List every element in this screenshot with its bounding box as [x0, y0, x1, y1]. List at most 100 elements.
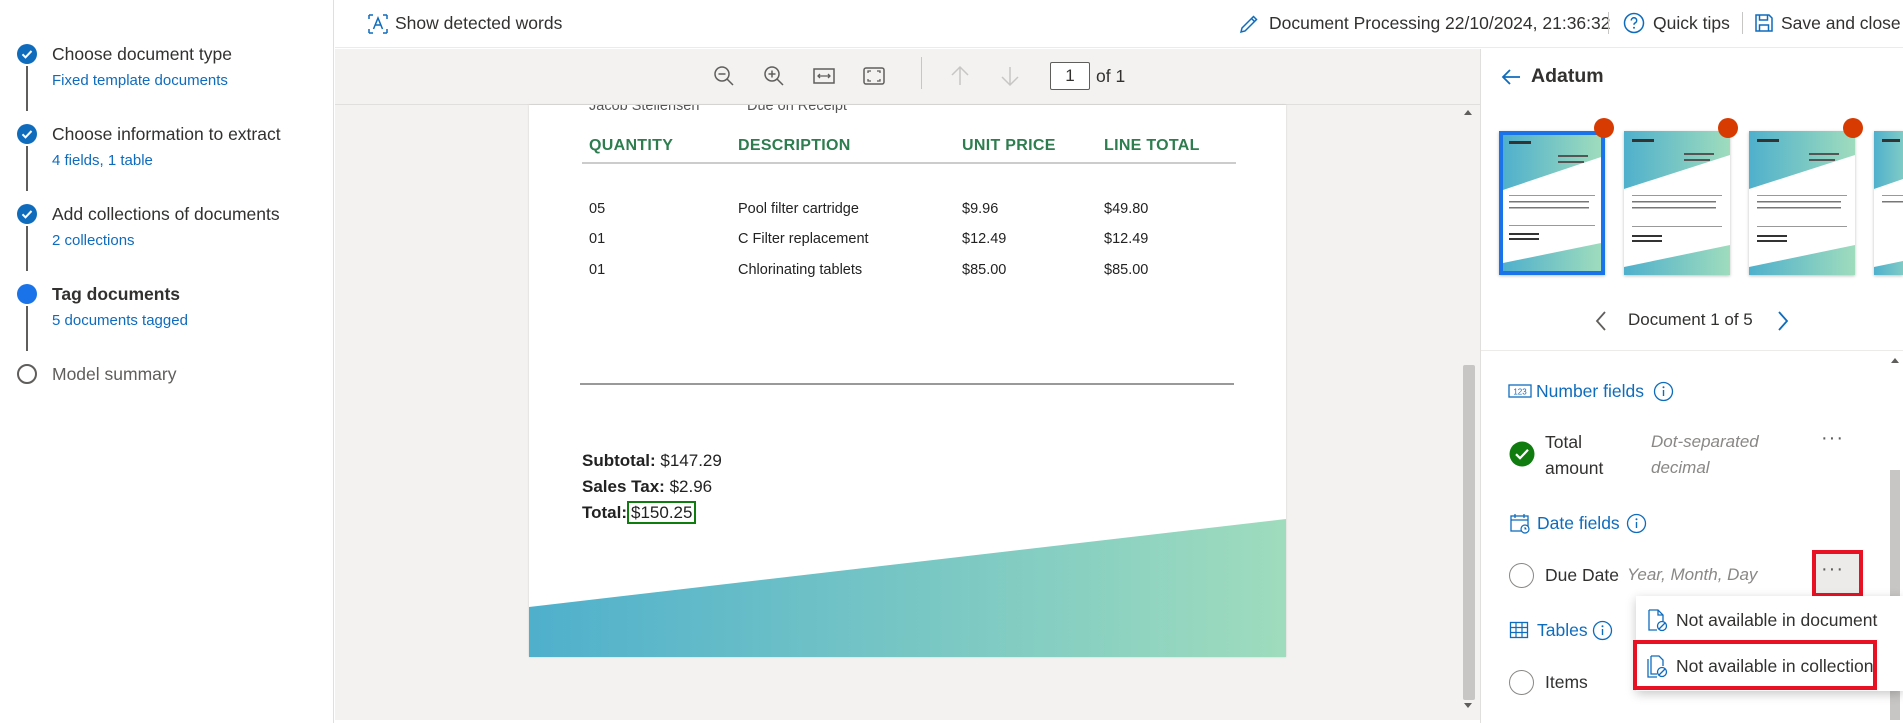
- chevron-left-icon[interactable]: [1594, 310, 1608, 332]
- document-processing-title[interactable]: Document Processing 22/10/2024, 21:36:32: [1269, 13, 1610, 34]
- arrow-down-icon[interactable]: [997, 63, 1023, 89]
- table-cell: C Filter replacement: [738, 231, 869, 247]
- due-date-hint: Year, Month, Day: [1627, 565, 1758, 584]
- highlight-more-button: [1812, 550, 1863, 597]
- tables-heading: Tables: [1537, 620, 1588, 640]
- step-title-choose-document-type[interactable]: Choose document type: [52, 44, 232, 65]
- table-cell: 01: [589, 262, 606, 278]
- untagged-indicator: [1594, 118, 1614, 138]
- step-complete-icon: [17, 124, 37, 144]
- sales-tax-label: Sales Tax:: [582, 477, 665, 496]
- step-title-model-summary[interactable]: Model summary: [52, 364, 176, 385]
- scroll-up-arrow-icon[interactable]: [1890, 356, 1900, 364]
- toolbar-divider: [1742, 12, 1743, 34]
- top-command-bar: Show detected words Document Processing …: [335, 0, 1903, 48]
- step-title-add-collections[interactable]: Add collections of documents: [52, 204, 280, 225]
- page-number-input[interactable]: 1: [1050, 62, 1090, 90]
- fit-page-icon[interactable]: [861, 63, 887, 89]
- toolbar-divider: [1608, 12, 1609, 34]
- viewer-toolbar: [335, 49, 1480, 105]
- fit-width-icon[interactable]: [811, 63, 837, 89]
- more-options-icon[interactable]: ···: [1821, 427, 1844, 450]
- totals-rule: [580, 383, 1234, 385]
- step-connector: [26, 306, 28, 351]
- number-fields-heading: Number fields: [1536, 381, 1644, 401]
- info-icon[interactable]: [1653, 381, 1674, 402]
- question-circle-icon[interactable]: [1623, 12, 1645, 34]
- document-thumbnail[interactable]: [1874, 131, 1903, 275]
- total-amount-hint-line-2: decimal: [1651, 458, 1710, 477]
- total-amount-label-line-2: amount: [1545, 458, 1604, 478]
- menu-item-not-available-in-document[interactable]: Not available in document: [1636, 598, 1903, 642]
- zoom-in-icon[interactable]: [761, 63, 787, 89]
- step-title-choose-information[interactable]: Choose information to extract: [52, 124, 281, 145]
- header-rule: [582, 162, 1236, 164]
- step-title-tag-documents[interactable]: Tag documents: [52, 284, 180, 305]
- wizard-stepper: Choose document type Fixed template docu…: [0, 0, 334, 723]
- step-subtitle-choose-information[interactable]: 4 fields, 1 table: [52, 152, 153, 169]
- chevron-right-icon[interactable]: [1776, 310, 1790, 332]
- sales-tax-value: $2.96: [669, 477, 713, 496]
- table-cell: Chlorinating tablets: [738, 262, 863, 278]
- column-header-description: DESCRIPTION: [738, 137, 851, 154]
- due-date-label: Due Date: [1545, 565, 1619, 585]
- panel-divider: [1481, 350, 1903, 351]
- step-subtitle-choose-document-type[interactable]: Fixed template documents: [52, 72, 228, 89]
- table-cell: $12.49: [962, 231, 1007, 247]
- info-icon[interactable]: [1592, 620, 1613, 641]
- scroll-down-arrow-icon[interactable]: [1463, 702, 1473, 710]
- document-thumbnail[interactable]: [1499, 131, 1605, 275]
- save-icon[interactable]: [1753, 12, 1775, 34]
- scroll-up-arrow-icon[interactable]: [1463, 108, 1473, 116]
- step-current-icon: [17, 284, 37, 304]
- table-cell: 05: [589, 201, 606, 217]
- due-date-radio[interactable]: [1509, 563, 1534, 588]
- step-complete-icon: [17, 204, 37, 224]
- document-blocked-icon: [1646, 608, 1668, 632]
- thumbnail-preview: [1874, 131, 1903, 275]
- step-subtitle-tag-documents[interactable]: 5 documents tagged: [52, 312, 188, 329]
- date-fields-heading: Date fields: [1537, 513, 1620, 533]
- subtotal-value: $147.29: [660, 451, 722, 470]
- checkmark-success-icon: [1509, 441, 1535, 467]
- subtotal-label: Subtotal:: [582, 451, 656, 470]
- table-cell: 01: [589, 231, 606, 247]
- highlight-collection-option: [1633, 640, 1877, 690]
- info-icon[interactable]: [1626, 513, 1647, 534]
- column-header-quantity: QUANTITY: [589, 137, 674, 154]
- decorative-gradient-footer: [529, 519, 1286, 657]
- back-arrow-icon[interactable]: [1500, 66, 1522, 88]
- sales-tax-line: Sales Tax: $2.96: [582, 477, 712, 497]
- show-detected-words-button[interactable]: Show detected words: [395, 13, 562, 34]
- step-connector: [26, 226, 28, 271]
- arrow-up-icon[interactable]: [947, 63, 973, 89]
- table-cell: $12.49: [1104, 231, 1149, 247]
- detected-words-icon[interactable]: [367, 13, 389, 35]
- step-connector: [26, 66, 28, 111]
- total-amount-hint-line-1: Dot-separated: [1651, 432, 1759, 451]
- table-cell: $85.00: [1104, 262, 1149, 278]
- save-and-close-button[interactable]: Save and close: [1781, 13, 1901, 34]
- items-label: Items: [1545, 672, 1588, 692]
- subtotal-line: Subtotal: $147.29: [582, 451, 722, 471]
- viewer-scrollbar-thumb[interactable]: [1463, 365, 1475, 700]
- step-subtitle-add-collections[interactable]: 2 collections: [52, 232, 135, 249]
- table-cell: Pool filter cartridge: [738, 201, 859, 217]
- table-cell: $85.00: [962, 262, 1007, 278]
- document-thumbnail[interactable]: [1624, 131, 1730, 275]
- invoice-page: Jacob Stellensen Due on Receipt QUANTITY…: [529, 105, 1286, 657]
- table-icon: [1509, 620, 1529, 640]
- total-amount-label-line-1: Total: [1545, 432, 1582, 452]
- partial-customer-name: Jacob Stellensen: [589, 105, 700, 114]
- partial-terms: Due on Receipt: [747, 105, 847, 114]
- step-complete-icon: [17, 44, 37, 64]
- quick-tips-button[interactable]: Quick tips: [1653, 13, 1730, 34]
- items-radio[interactable]: [1509, 670, 1534, 695]
- thumbnail-preview: [1624, 131, 1730, 275]
- pencil-icon[interactable]: [1238, 13, 1260, 35]
- document-counter: Document 1 of 5: [1628, 310, 1753, 329]
- document-thumbnail[interactable]: [1749, 131, 1855, 275]
- step-connector: [26, 146, 28, 191]
- step-pending-icon: [17, 364, 37, 384]
- zoom-out-icon[interactable]: [711, 63, 737, 89]
